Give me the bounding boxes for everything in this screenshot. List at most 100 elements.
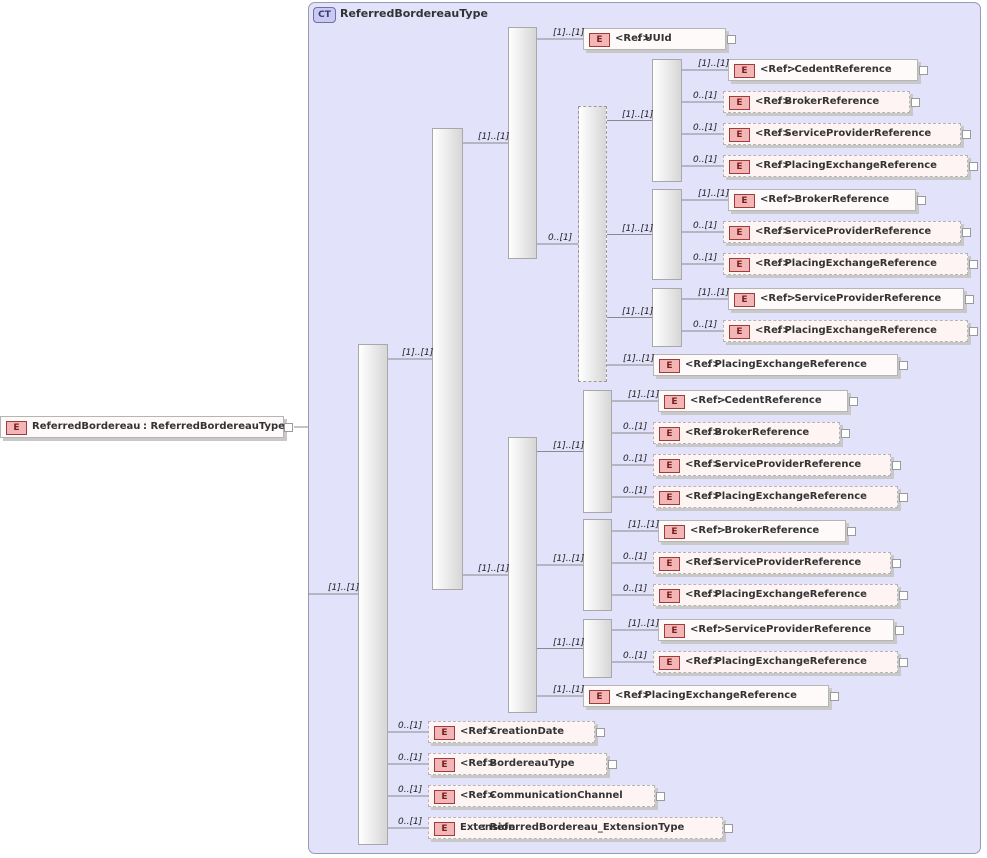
element-sp-5[interactable]: E <Ref>: ServiceProviderReference <box>653 552 891 574</box>
cardinality: [1]..[1] <box>622 223 654 234</box>
plus-icon[interactable] <box>899 658 908 667</box>
plus-icon[interactable] <box>919 66 928 75</box>
plus-icon[interactable] <box>608 760 617 769</box>
element-bordereau-type[interactable]: E <Ref>: BordereauType <box>428 753 607 775</box>
plus-icon[interactable] <box>656 792 665 801</box>
element-icon: E <box>434 822 455 836</box>
element-sp-3[interactable]: E <Ref>: ServiceProviderReference <box>728 288 964 310</box>
cardinality: 0..[1] <box>693 91 718 101</box>
cardinality: [1]..[1] <box>622 306 654 317</box>
element-type: : ServiceProviderReference <box>717 624 872 635</box>
element-type: : BrokerReference <box>787 194 890 205</box>
element-type: : PlacingExchangeReference <box>707 589 867 600</box>
plus-icon[interactable] <box>917 196 926 205</box>
root-element[interactable]: E ReferredBordereau : ReferredBordereauT… <box>0 416 285 438</box>
plus-icon[interactable] <box>965 295 974 304</box>
element-type: : BrokerReference <box>707 427 810 438</box>
element-pe-3[interactable]: E <Ref>: PlacingExchangeReference <box>723 320 968 342</box>
sequence-s6c[interactable] <box>583 619 612 678</box>
sequence-s4[interactable] <box>578 106 607 382</box>
plus-icon[interactable] <box>895 626 904 635</box>
element-pe-1[interactable]: E <Ref>: PlacingExchangeReference <box>723 155 968 177</box>
element-comm-channel[interactable]: E <Ref>: CommunicationChannel <box>428 785 655 807</box>
element-icon: E <box>659 427 680 441</box>
cardinality: 0..[1] <box>693 320 718 330</box>
plus-icon[interactable] <box>830 692 839 701</box>
cardinality: 0..[1] <box>623 584 648 594</box>
element-type: : CommunicationChannel <box>482 790 623 801</box>
sequence-s5c[interactable] <box>652 288 682 347</box>
element-cedent-1[interactable]: E <Ref>: CedentReference <box>728 59 918 81</box>
plus-icon[interactable] <box>969 327 978 336</box>
collapse-icon[interactable] <box>284 423 293 432</box>
root-element-type: : ReferredBordereauType <box>143 421 285 432</box>
sequence-s2[interactable] <box>432 128 463 590</box>
element-icon: E <box>729 160 750 174</box>
plus-icon[interactable] <box>911 98 920 107</box>
cardinality: 0..[1] <box>623 454 648 464</box>
element-icon: E <box>659 491 680 505</box>
plus-icon[interactable] <box>962 228 971 237</box>
element-sp-1[interactable]: E <Ref>: ServiceProviderReference <box>723 123 961 145</box>
cardinality: [1]..[1] <box>623 354 655 364</box>
element-type: : ReferredBordereau_ExtensionType <box>482 822 685 833</box>
element-broker-3[interactable]: E <Ref>: BrokerReference <box>653 422 840 444</box>
element-pe-8[interactable]: E <Ref>: PlacingExchangeReference <box>583 685 829 707</box>
element-type: : BordereauType <box>482 758 575 769</box>
element-extension[interactable]: E Extension: ReferredBordereau_ExtensionT… <box>428 817 723 839</box>
element-icon: E <box>729 128 750 142</box>
sequence-s6b[interactable] <box>583 519 612 611</box>
element-type: : PlacingExchangeReference <box>777 258 937 269</box>
plus-icon[interactable] <box>841 429 850 438</box>
element-icon: E <box>659 557 680 571</box>
element-broker-2[interactable]: E <Ref>: BrokerReference <box>728 189 916 211</box>
plus-icon[interactable] <box>899 361 908 370</box>
element-sp-6[interactable]: E <Ref>: ServiceProviderReference <box>658 619 894 641</box>
root-element-name: ReferredBordereau <box>32 421 141 432</box>
sequence-s5b[interactable] <box>652 189 682 280</box>
plus-icon[interactable] <box>969 260 978 269</box>
sequence-s5a[interactable] <box>652 59 682 182</box>
element-pe-4[interactable]: E <Ref>: PlacingExchangeReference <box>653 354 898 376</box>
plus-icon[interactable] <box>969 162 978 171</box>
element-icon: E <box>729 258 750 272</box>
element-icon: E <box>434 758 455 772</box>
element-cedent-2[interactable]: E <Ref>: CedentReference <box>658 390 848 412</box>
plus-icon[interactable] <box>847 527 856 536</box>
cardinality: 0..[1] <box>693 155 718 165</box>
element-broker-4[interactable]: E <Ref>: BrokerReference <box>658 520 846 542</box>
cardinality: [1]..[1] <box>628 520 660 530</box>
element-type: : PlacingExchangeReference <box>777 160 937 171</box>
cardinality: [1]..[1] <box>622 109 654 120</box>
plus-icon[interactable] <box>596 728 605 737</box>
plus-icon[interactable] <box>724 824 733 833</box>
element-creation-date[interactable]: E <Ref>: CreationDate <box>428 721 595 743</box>
cardinality: 0..[1] <box>398 753 423 763</box>
element-pe-2[interactable]: E <Ref>: PlacingExchangeReference <box>723 253 968 275</box>
plus-icon[interactable] <box>899 493 908 502</box>
sequence-main[interactable] <box>358 344 388 845</box>
element-broker-1[interactable]: E <Ref>: BrokerReference <box>723 91 910 113</box>
element-sp-2[interactable]: E <Ref>: ServiceProviderReference <box>723 221 961 243</box>
element-icon: E <box>434 790 455 804</box>
element-pe-6[interactable]: E <Ref>: PlacingExchangeReference <box>653 584 898 606</box>
cardinality: [1]..[1] <box>478 132 510 142</box>
element-pe-5[interactable]: E <Ref>: PlacingExchangeReference <box>653 486 898 508</box>
plus-icon[interactable] <box>899 591 908 600</box>
plus-icon[interactable] <box>892 461 901 470</box>
element-icon: E <box>729 226 750 240</box>
element-sp-4[interactable]: E <Ref>: ServiceProviderReference <box>653 454 891 476</box>
plus-icon[interactable] <box>727 35 736 44</box>
plus-icon[interactable] <box>849 397 858 406</box>
cardinality: [1]..[1] <box>553 28 585 38</box>
sequence-s3b[interactable] <box>508 437 537 713</box>
element-pe-7[interactable]: E <Ref>: PlacingExchangeReference <box>653 651 898 673</box>
plus-icon[interactable] <box>962 130 971 139</box>
sequence-s6a[interactable] <box>583 390 612 513</box>
plus-icon[interactable] <box>892 559 901 568</box>
element-icon: E <box>664 395 685 409</box>
cardinality: [1]..[1] <box>698 59 730 69</box>
element-uuid[interactable]: E <Ref>: UUId <box>583 28 726 50</box>
element-type: : CedentReference <box>787 64 892 75</box>
sequence-s3a[interactable] <box>508 27 537 259</box>
